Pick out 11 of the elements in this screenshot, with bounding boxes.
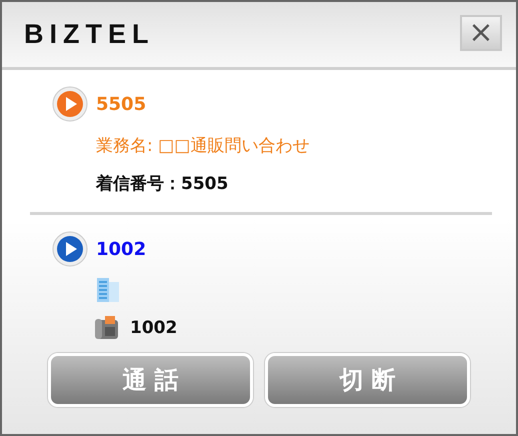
service-name: 業務名: □□通販問い合わせ — [96, 134, 310, 156]
phone-icon — [94, 315, 120, 341]
call-number: 1002 — [96, 238, 146, 260]
call-number: 5505 — [96, 94, 146, 114]
close-button[interactable]: × — [460, 14, 502, 50]
building-icon — [96, 277, 120, 303]
answer-button[interactable]: 通 話 — [48, 353, 253, 407]
window-title: BIZTEL — [24, 19, 154, 50]
incoming-number: 着信番号：5505 — [96, 172, 228, 194]
hangup-button[interactable]: 切 断 — [265, 353, 470, 407]
extension-number: 1002 — [130, 318, 178, 338]
